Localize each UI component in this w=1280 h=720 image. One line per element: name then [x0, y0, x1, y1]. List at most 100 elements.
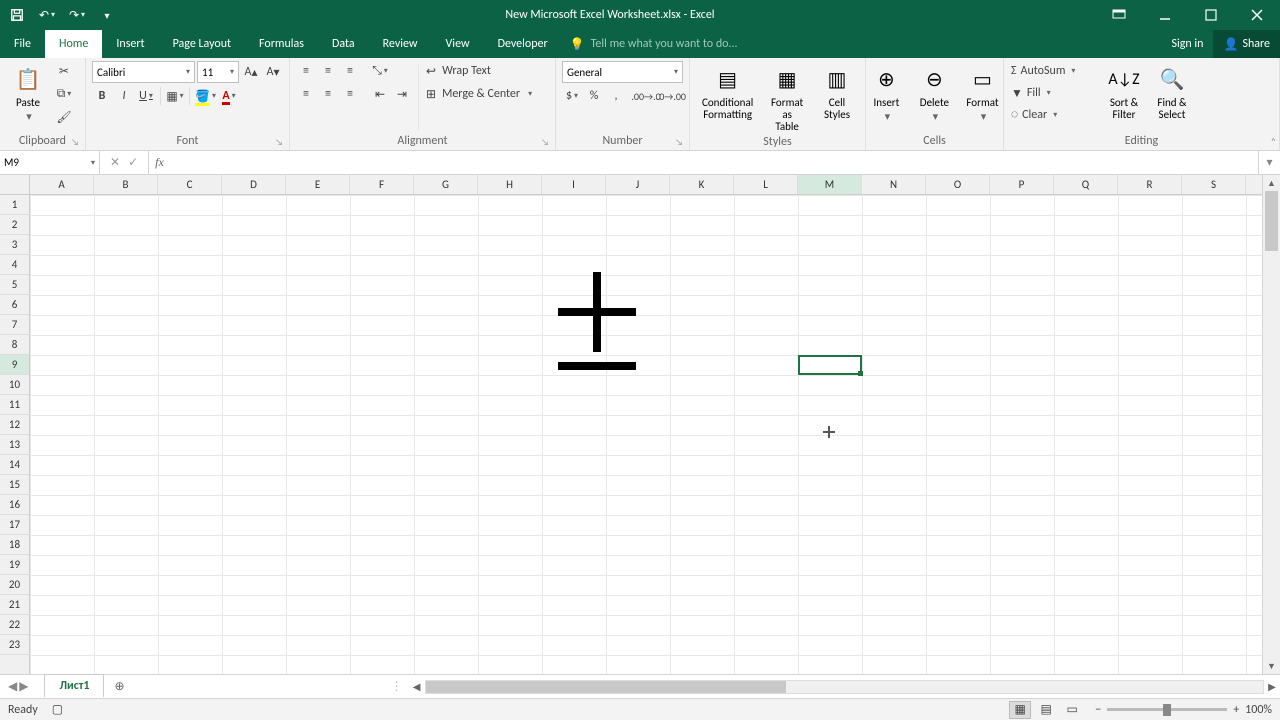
font-color-button[interactable]: A▾ [219, 86, 239, 106]
tab-formulas[interactable]: Formulas [245, 30, 318, 58]
column-header[interactable]: D [222, 175, 286, 194]
decrease-font-button[interactable]: A▾ [263, 62, 283, 82]
row-headers[interactable]: 1234567891011121314151617181920212223 [0, 195, 30, 674]
italic-button[interactable]: I [114, 86, 134, 106]
row-header[interactable]: 21 [0, 595, 29, 615]
zoom-slider[interactable] [1107, 708, 1227, 711]
column-header[interactable]: G [414, 175, 478, 194]
share-button[interactable]: 👤 Share [1213, 30, 1280, 58]
font-size-input[interactable] [202, 66, 228, 79]
find-select-button[interactable]: 🔍Find & Select [1150, 61, 1194, 134]
underline-button[interactable]: U▾ [136, 86, 156, 106]
row-header[interactable]: 23 [0, 635, 29, 655]
align-middle-button[interactable]: ≡ [318, 61, 338, 81]
zoom-level[interactable]: 100% [1245, 703, 1272, 717]
percent-format-button[interactable]: % [584, 86, 604, 106]
qat-customize-button[interactable]: ▾ [96, 4, 118, 26]
scroll-down-button[interactable]: ▼ [1263, 658, 1280, 674]
tab-review[interactable]: Review [369, 30, 432, 58]
font-name-input[interactable] [97, 66, 184, 79]
minimize-button[interactable] [1142, 0, 1188, 30]
sheet-nav-next-button[interactable]: ▶ [19, 679, 28, 694]
row-header[interactable]: 10 [0, 375, 29, 395]
number-dialog-launcher[interactable]: ↘ [675, 137, 683, 148]
page-break-view-button[interactable]: ▭ [1061, 701, 1083, 719]
clear-button[interactable]: ◌Clear▾ [1010, 105, 1098, 125]
scroll-up-button[interactable]: ▲ [1263, 175, 1280, 191]
increase-indent-button[interactable]: ⇥ [392, 84, 412, 104]
tab-home[interactable]: Home [45, 30, 102, 58]
cancel-formula-button[interactable]: ✕ [110, 155, 120, 170]
decrease-indent-button[interactable]: ⇤ [370, 84, 390, 104]
close-button[interactable] [1234, 0, 1280, 30]
orientation-button[interactable]: ⤡▾ [370, 61, 390, 81]
align-left-button[interactable]: ≡ [296, 84, 316, 104]
row-header[interactable]: 7 [0, 315, 29, 335]
horizontal-scrollbar[interactable]: ⋮ ◀ ▶ [385, 675, 1280, 698]
comma-format-button[interactable]: , [606, 86, 626, 106]
borders-button[interactable]: ▦▾ [165, 86, 185, 106]
column-header[interactable]: I [542, 175, 606, 194]
paste-button[interactable]: 📋 Paste ▾ [6, 61, 50, 134]
wrap-text-button[interactable]: ↩Wrap Text [425, 61, 545, 81]
row-header[interactable]: 17 [0, 515, 29, 535]
tab-file[interactable]: File [0, 30, 45, 58]
cut-button[interactable]: ✂ [54, 61, 74, 81]
row-header[interactable]: 16 [0, 495, 29, 515]
vertical-scrollbar[interactable]: ▲ ▼ [1262, 175, 1280, 674]
row-header[interactable]: 12 [0, 415, 29, 435]
tab-data[interactable]: Data [318, 30, 369, 58]
tab-page-layout[interactable]: Page Layout [159, 30, 245, 58]
undo-button[interactable]: ↶▾ [36, 4, 58, 26]
increase-font-button[interactable]: A▴ [241, 62, 261, 82]
enter-formula-button[interactable]: ✓ [128, 155, 138, 170]
align-top-button[interactable]: ≡ [296, 61, 316, 81]
tell-me-box[interactable]: 💡 Tell me what you want to do... [562, 30, 746, 58]
font-dialog-launcher[interactable]: ↘ [275, 137, 283, 148]
column-header[interactable]: J [606, 175, 670, 194]
copy-button[interactable]: ⧉▾ [54, 84, 74, 104]
sort-filter-button[interactable]: A↓ZSort & Filter [1102, 61, 1146, 134]
row-header[interactable]: 15 [0, 475, 29, 495]
column-header[interactable]: L [734, 175, 798, 194]
spreadsheet-grid[interactable]: ABCDEFGHIJKLMNOPQRS 12345678910111213141… [0, 175, 1262, 674]
macro-record-button[interactable]: ▢ [52, 702, 63, 717]
ribbon-options-button[interactable] [1096, 0, 1142, 30]
sign-in-link[interactable]: Sign in [1171, 37, 1203, 51]
formula-input[interactable] [168, 156, 1252, 170]
bold-button[interactable]: B [92, 86, 112, 106]
column-header[interactable]: C [158, 175, 222, 194]
column-header[interactable]: M [798, 175, 862, 194]
row-header[interactable]: 2 [0, 215, 29, 235]
scroll-left-button[interactable]: ◀ [409, 680, 425, 693]
fill-handle[interactable] [858, 371, 863, 376]
align-bottom-button[interactable]: ≡ [340, 61, 360, 81]
fill-button[interactable]: ▼Fill▾ [1010, 83, 1098, 103]
normal-view-button[interactable]: ▦ [1009, 701, 1031, 719]
row-header[interactable]: 14 [0, 455, 29, 475]
row-header[interactable]: 5 [0, 275, 29, 295]
vertical-scroll-thumb[interactable] [1265, 191, 1278, 251]
zoom-in-button[interactable]: + [1233, 703, 1239, 717]
align-right-button[interactable]: ≡ [340, 84, 360, 104]
number-format-input[interactable] [567, 66, 672, 79]
column-header[interactable]: Q [1054, 175, 1118, 194]
column-header[interactable]: K [670, 175, 734, 194]
row-header[interactable]: 4 [0, 255, 29, 275]
sheet-nav-prev-button[interactable]: ◀ [8, 679, 17, 694]
autosum-button[interactable]: ΣAutoSum▾ [1010, 61, 1098, 81]
number-format-select[interactable]: ▾ [562, 61, 683, 83]
increase-decimal-button[interactable]: .00→.0 [634, 86, 657, 106]
selected-cell[interactable] [798, 355, 862, 375]
row-header[interactable]: 6 [0, 295, 29, 315]
maximize-button[interactable] [1188, 0, 1234, 30]
row-header[interactable]: 20 [0, 575, 29, 595]
row-header[interactable]: 22 [0, 615, 29, 635]
column-header[interactable]: R [1118, 175, 1182, 194]
row-header[interactable]: 1 [0, 195, 29, 215]
row-header[interactable]: 11 [0, 395, 29, 415]
select-all-corner[interactable] [0, 175, 30, 195]
column-header[interactable]: S [1182, 175, 1246, 194]
column-header[interactable]: P [990, 175, 1054, 194]
row-header[interactable]: 18 [0, 535, 29, 555]
